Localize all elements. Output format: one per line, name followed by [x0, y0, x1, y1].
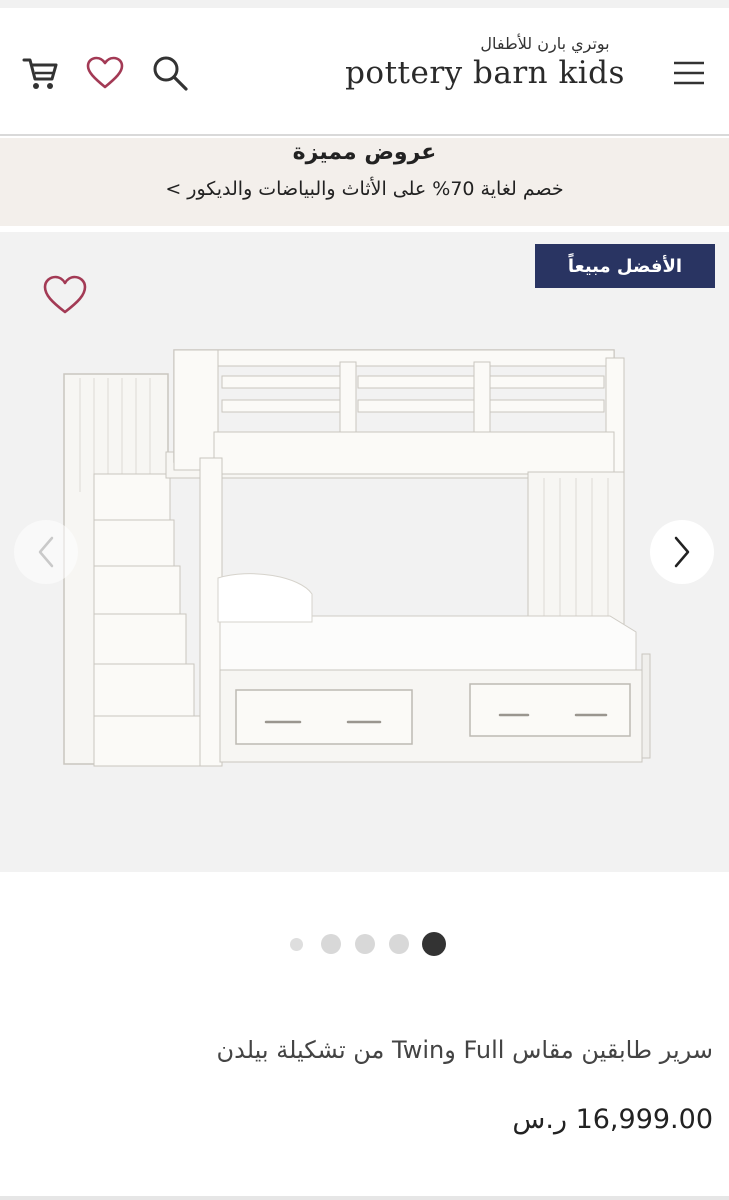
next-image-button[interactable]	[650, 520, 714, 584]
product-price: 16,999.00 ر.س	[512, 1104, 713, 1135]
image-pagination-dots	[0, 932, 729, 956]
logo-arabic-text: بوتري بارن للأطفال	[480, 34, 610, 53]
pagination-dot-2[interactable]	[321, 934, 341, 954]
promo-banner[interactable]: عروض مميزة خصم لغاية 70% على الأثاث والب…	[0, 138, 729, 226]
logo-english-text: pottery barn kids	[345, 55, 625, 91]
pagination-dot-1[interactable]	[290, 938, 303, 951]
pagination-dot-4[interactable]	[389, 934, 409, 954]
bunk-bed-image	[63, 349, 651, 767]
bottom-divider	[0, 1196, 729, 1200]
product-title[interactable]: سرير طابقين مقاس Full وTwin من تشكيلة بي…	[73, 1036, 713, 1064]
menu-icon[interactable]	[668, 52, 710, 94]
pagination-dot-3[interactable]	[355, 934, 375, 954]
top-strip	[0, 0, 729, 8]
promo-title: عروض مميزة	[292, 140, 437, 165]
search-icon[interactable]	[149, 52, 191, 94]
pagination-dot-active[interactable]	[422, 932, 446, 956]
heart-icon[interactable]	[84, 52, 126, 94]
wishlist-heart-icon[interactable]	[42, 274, 88, 316]
best-seller-badge: الأفضل مبيعاً	[535, 244, 715, 288]
previous-image-button[interactable]	[14, 520, 78, 584]
site-logo[interactable]: بوتري بارن للأطفال pottery barn kids	[330, 34, 640, 91]
product-image-gallery[interactable]: الأفضل مبيعاً	[0, 232, 729, 872]
cart-icon[interactable]	[19, 52, 61, 94]
promo-link[interactable]: خصم لغاية 70% على الأثاث والبياضات والدي…	[0, 178, 729, 200]
site-header: بوتري بارن للأطفال pottery barn kids	[0, 8, 729, 136]
